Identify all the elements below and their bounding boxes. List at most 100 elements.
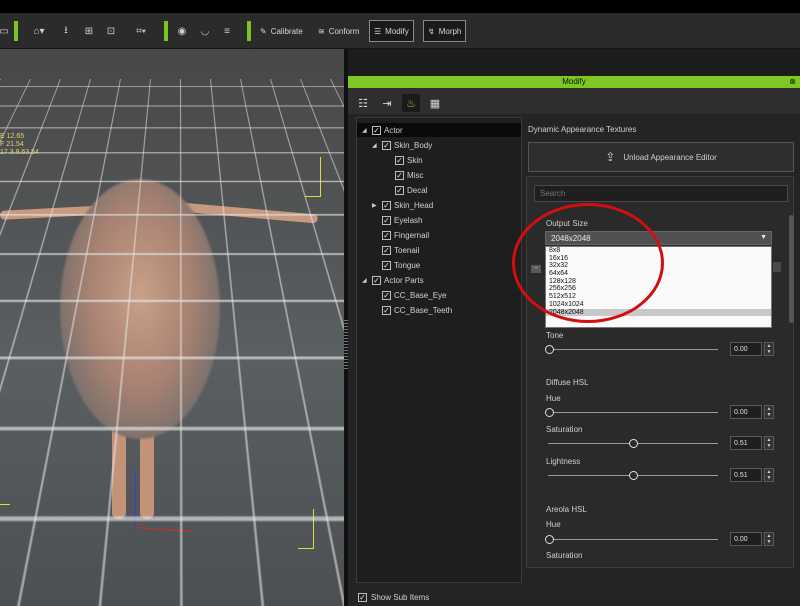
- collapse-icon[interactable]: ▶: [372, 202, 379, 209]
- import-icon[interactable]: ⭳: [59, 23, 73, 39]
- sliders-icon[interactable]: ☷: [354, 94, 372, 112]
- home-icon[interactable]: ⌂▾: [28, 23, 50, 39]
- bounding-guide-bottom: [298, 509, 314, 549]
- panel-title-bar: Modify ⊗: [348, 76, 800, 88]
- tree-item-actor[interactable]: ◢ ✓ Actor: [357, 123, 521, 137]
- areola-hue-label: Hue: [546, 520, 561, 529]
- calibrate-icon: ✎: [260, 26, 267, 36]
- tree-item-label: Skin_Head: [394, 200, 434, 210]
- tree-item-label: Skin_Body: [394, 140, 433, 150]
- tree-item-toenail[interactable]: ✓ Toenail: [382, 243, 419, 257]
- areola-hue-slider-knob[interactable]: [545, 535, 554, 544]
- tree-item-label: Tongue: [394, 260, 421, 270]
- tree-item-fingernail[interactable]: ✓ Fingernail: [382, 228, 429, 242]
- conform-button[interactable]: ≋ Conform: [314, 20, 363, 42]
- tone-spinner[interactable]: ▲ ▼: [764, 342, 774, 356]
- lightness-value-field[interactable]: 0.51: [730, 468, 762, 482]
- areola-hue-spinner[interactable]: ▲ ▼: [764, 532, 774, 546]
- frame-icon[interactable]: ⊡: [104, 23, 118, 39]
- tree-item-eyelash[interactable]: ✓ Eyelash: [382, 213, 422, 227]
- tree-item-skin-body[interactable]: ◢ ✓ Skin_Body: [372, 138, 432, 152]
- expand-icon[interactable]: ◢: [362, 277, 369, 284]
- checkbox-icon[interactable]: ✓: [382, 305, 391, 315]
- tone-value-field[interactable]: 0.00: [730, 342, 762, 356]
- eye-icon[interactable]: ◉: [175, 23, 189, 39]
- tree-item-tongue[interactable]: ✓ Tongue: [382, 258, 420, 272]
- readout-line: F 21.54: [0, 141, 24, 148]
- checkbox-icon[interactable]: ✓: [382, 290, 391, 300]
- side-grip[interactable]: [773, 262, 781, 272]
- conform-icon: ≋: [318, 26, 325, 36]
- viewport-readout: E 12.65 F 21.54 17.3.9.63.54: [0, 133, 39, 157]
- settings-scrollbar[interactable]: [789, 215, 794, 323]
- tree-item-decal[interactable]: ✓ Decal: [395, 183, 427, 197]
- unload-appearance-editor-button[interactable]: ⇪ Unload Appearance Editor: [528, 142, 794, 172]
- checkbox-icon[interactable]: ✓: [395, 155, 404, 165]
- texture-icon[interactable]: ♨: [402, 94, 420, 112]
- panel-tabs: ☷ ⇥ ♨ ▦: [348, 88, 800, 114]
- unload-label: Unload Appearance Editor: [623, 152, 717, 162]
- tree-item-label: Actor: [384, 125, 403, 135]
- checker-icon[interactable]: ▦: [426, 94, 444, 112]
- expand-icon[interactable]: ◢: [362, 127, 369, 134]
- checkbox-icon[interactable]: ✓: [382, 230, 391, 240]
- search-input[interactable]: [534, 185, 788, 202]
- character-blurred-body[interactable]: [60, 179, 220, 439]
- checkbox-icon[interactable]: ✓: [372, 275, 381, 285]
- checkbox-icon[interactable]: ✓: [382, 245, 391, 255]
- tree-item-misc[interactable]: ✓ Misc: [395, 168, 423, 182]
- panel-title: Modify: [562, 77, 586, 86]
- lightness-label: Lightness: [546, 457, 581, 466]
- fit-icon[interactable]: ⊞: [82, 23, 96, 39]
- hue-slider-track[interactable]: [548, 412, 718, 413]
- ik-icon[interactable]: ⇥: [378, 94, 396, 112]
- tree-item-label: Actor Parts: [384, 275, 424, 285]
- hue-spinner[interactable]: ▲ ▼: [764, 405, 774, 419]
- checkbox-icon[interactable]: ✓: [382, 140, 391, 150]
- wall-icon[interactable]: ≡: [220, 23, 234, 39]
- close-icon[interactable]: ⊗: [789, 76, 796, 88]
- checkbox-icon[interactable]: ✓: [382, 215, 391, 225]
- checkbox-icon[interactable]: ✓: [382, 260, 391, 270]
- checkbox-icon[interactable]: ✓: [395, 185, 404, 195]
- hue-slider-knob[interactable]: [545, 408, 554, 417]
- show-sub-items-checkbox[interactable]: ✓: [358, 592, 367, 602]
- tree-item-label: Decal: [407, 185, 428, 195]
- saturation-label: Saturation: [546, 425, 583, 434]
- tree-item-label: Skin: [407, 155, 423, 165]
- tree-item-actor-parts[interactable]: ◢ ✓ Actor Parts: [362, 273, 424, 287]
- 3d-viewport[interactable]: E 12.65 F 21.54 17.3.9.63.54: [0, 49, 344, 606]
- morph-label: Morph: [438, 26, 462, 36]
- tree-item-label: CC_Base_Teeth: [394, 305, 453, 315]
- section-title: Dynamic Appearance Textures: [528, 125, 637, 134]
- calibrate-button[interactable]: ✎ Calibrate: [256, 20, 307, 42]
- areola-hue-slider-track[interactable]: [548, 539, 718, 540]
- lightness-spinner[interactable]: ▲ ▼: [764, 468, 774, 482]
- checkbox-icon[interactable]: ✓: [395, 170, 404, 180]
- morph-button[interactable]: ↯ Morph: [423, 20, 467, 42]
- tree-item-cc-base-teeth[interactable]: ✓ CC_Base_Teeth: [382, 303, 452, 317]
- readout-line: 17.3.9.63.54: [0, 149, 39, 156]
- checkbox-icon[interactable]: ✓: [372, 125, 381, 135]
- eye-mask-icon[interactable]: ◡: [198, 23, 212, 39]
- modify-button[interactable]: ☰ Modify: [369, 20, 414, 42]
- saturation-value-field[interactable]: 0.51: [730, 436, 762, 450]
- toolbar-separator: [247, 21, 251, 41]
- camera-icon[interactable]: ⌗▾: [128, 23, 154, 39]
- hue-value-field[interactable]: 0.00: [730, 405, 762, 419]
- bounding-guide-left: [0, 499, 10, 505]
- tone-slider-knob[interactable]: [545, 345, 554, 354]
- tone-slider-track[interactable]: [548, 349, 718, 350]
- tree-item-skin-head[interactable]: ▶ ✓ Skin_Head: [372, 198, 433, 212]
- checkbox-icon[interactable]: ✓: [382, 200, 391, 210]
- hue-label: Hue: [546, 394, 561, 403]
- saturation-spinner[interactable]: ▲ ▼: [764, 436, 774, 450]
- tree-item-skin[interactable]: ✓ Skin: [395, 153, 423, 167]
- saturation-slider-knob[interactable]: [629, 439, 638, 448]
- areola-hue-value-field[interactable]: 0.00: [730, 532, 762, 546]
- expand-icon[interactable]: ◢: [372, 142, 379, 149]
- lightness-slider-knob[interactable]: [629, 471, 638, 480]
- tree-item-cc-base-eye[interactable]: ✓ CC_Base_Eye: [382, 288, 446, 302]
- toolbar-button-partial[interactable]: ▭: [0, 23, 9, 39]
- toolbar-separator: [164, 21, 168, 41]
